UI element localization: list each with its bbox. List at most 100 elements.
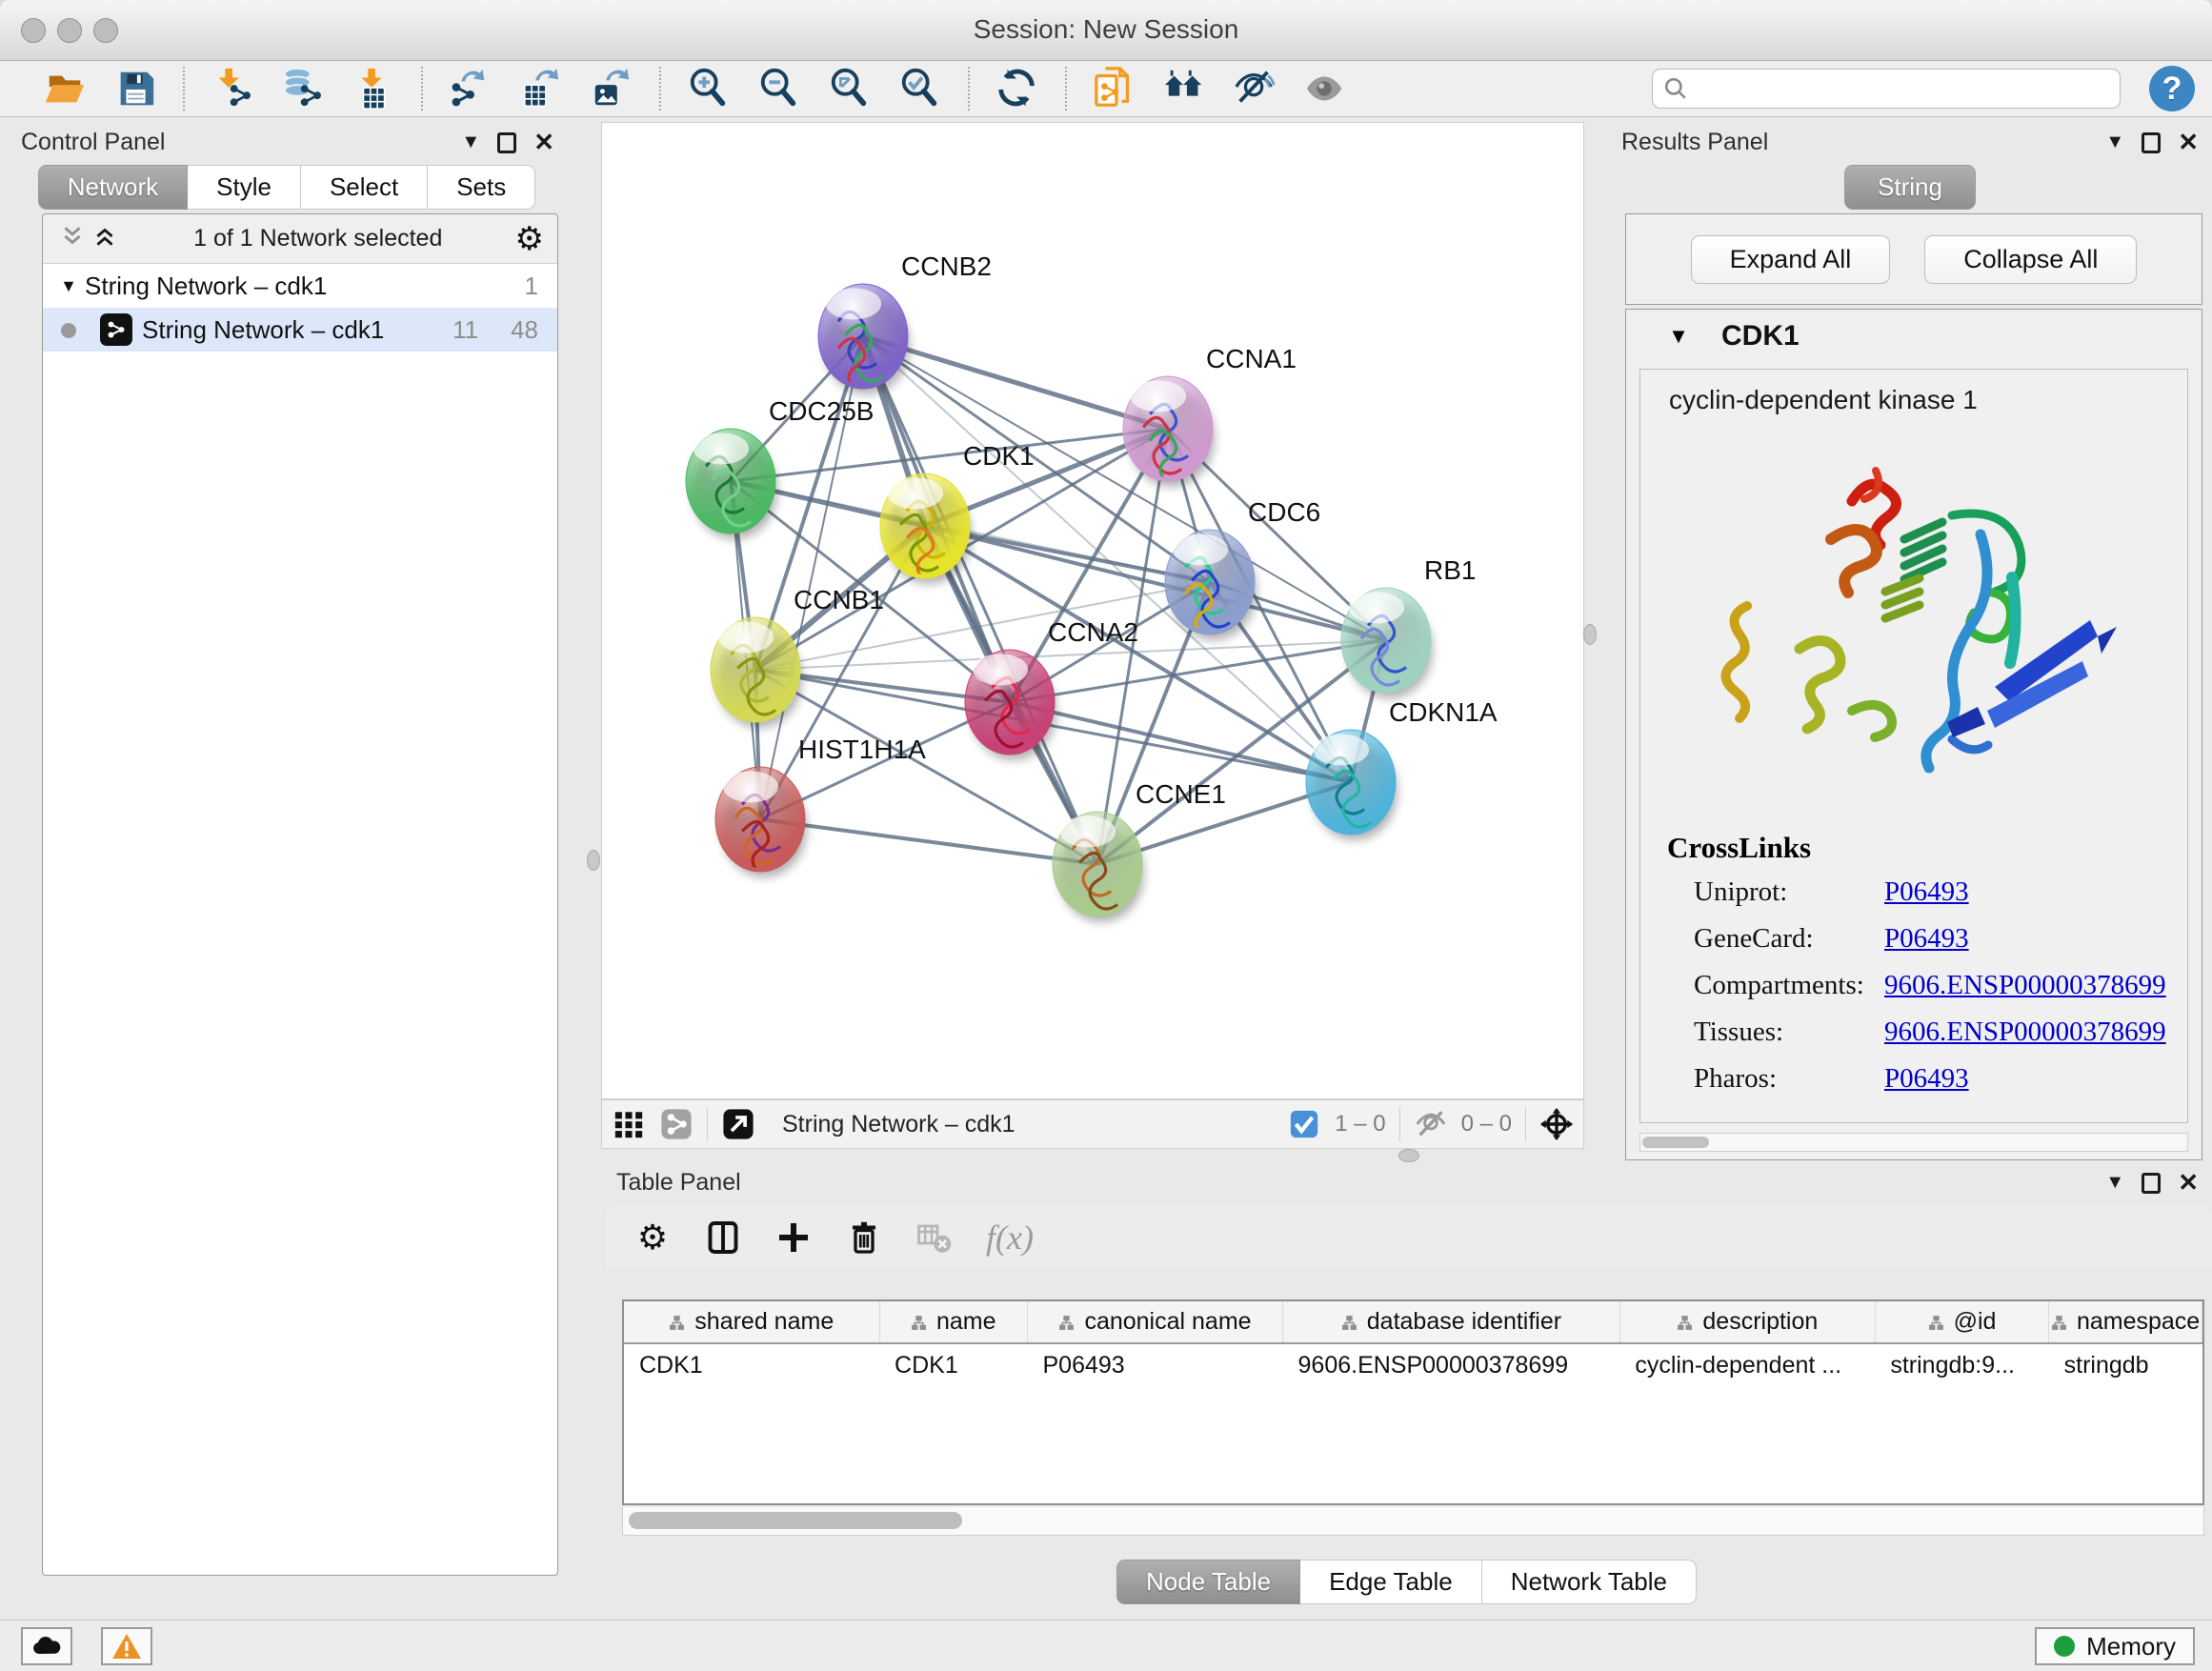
node-CCNA2[interactable]: CCNA2 xyxy=(965,617,1138,760)
network-view-icon[interactable] xyxy=(659,1107,694,1141)
table-hscrollbar[interactable] xyxy=(622,1507,2204,1536)
expand-all-tree-icon[interactable] xyxy=(56,224,89,253)
zoom-fit-icon[interactable] xyxy=(827,66,873,111)
network-canvas[interactable]: CCNB2 CCNA1 CDC25B CDK1 CDC6 RB1 CCNB1 xyxy=(601,122,1584,1099)
expand-all-button[interactable]: Expand All xyxy=(1691,235,1891,284)
bottom-splitter-handle[interactable] xyxy=(1398,1149,1419,1162)
column-header-@id[interactable]: @id xyxy=(1875,1301,2048,1343)
network-collection-row[interactable]: ▼ String Network – cdk1 1 xyxy=(43,264,557,308)
tab-node-table[interactable]: Node Table xyxy=(1116,1560,1300,1604)
node-label-CCNA1: CCNA1 xyxy=(1206,344,1297,373)
duplicate-network-icon[interactable] xyxy=(1092,66,1137,111)
show-columns-icon[interactable] xyxy=(704,1218,742,1257)
edge-HIST1H1A-CCNE1[interactable] xyxy=(760,819,1097,864)
crosslink-link[interactable]: 9606.ENSP00000378699 xyxy=(1884,1017,2166,1048)
edge-CCNB2-CCNE1[interactable] xyxy=(863,336,1097,864)
collapse-all-tree-icon[interactable] xyxy=(89,224,121,253)
tab-string[interactable]: String xyxy=(1844,165,1976,210)
table-row[interactable]: CDK1CDK1P064939606.ENSP00000378699cyclin… xyxy=(624,1343,2202,1387)
hidden-eye-icon[interactable] xyxy=(1414,1107,1448,1141)
tab-sets[interactable]: Sets xyxy=(428,165,535,210)
first-neighbors-icon[interactable] xyxy=(1162,66,1208,111)
node-CCNE1[interactable]: CCNE1 xyxy=(1053,779,1226,922)
import-table-file-icon[interactable] xyxy=(351,66,396,111)
crosslink-link[interactable]: P06493 xyxy=(1884,876,1969,908)
node-label-CDK1: CDK1 xyxy=(963,441,1035,471)
node-CCNB2[interactable]: CCNB2 xyxy=(818,252,992,394)
close-panel-icon[interactable]: ✕ xyxy=(533,128,554,157)
node-CCNA1[interactable]: CCNA1 xyxy=(1123,344,1297,487)
node-HIST1H1A[interactable]: HIST1H1A xyxy=(715,735,926,877)
node-label-RB1: RB1 xyxy=(1424,555,1476,585)
maximize-table-icon[interactable] xyxy=(2142,1173,2161,1194)
table-options-gear-icon[interactable]: ⚙ xyxy=(633,1218,672,1257)
import-network-database-icon[interactable] xyxy=(280,66,326,111)
collapse-all-button[interactable]: Collapse All xyxy=(1924,235,2137,284)
left-splitter-handle[interactable] xyxy=(587,850,600,871)
edge-CCNA2-CDKN1A[interactable] xyxy=(1010,702,1351,782)
export-table-icon[interactable] xyxy=(518,66,564,111)
results-hscroll-thumb[interactable] xyxy=(1642,1137,1709,1148)
column-header-description[interactable]: description xyxy=(1619,1301,1875,1343)
hide-selected-icon[interactable] xyxy=(1233,66,1278,111)
collection-expander-icon[interactable]: ▼ xyxy=(52,276,85,296)
tab-network-table[interactable]: Network Table xyxy=(1482,1560,1697,1604)
save-session-icon[interactable] xyxy=(112,66,158,111)
create-column-icon[interactable] xyxy=(774,1218,813,1257)
node-label-CCNE1: CCNE1 xyxy=(1136,779,1226,809)
crosslink-link[interactable]: 9606.ENSP00000378699 xyxy=(1884,970,2166,1001)
float-table-icon[interactable]: ▼ xyxy=(2105,1172,2124,1194)
tab-network[interactable]: Network xyxy=(38,165,188,210)
warning-status-button[interactable] xyxy=(101,1627,152,1665)
column-header-database-identifier[interactable]: database identifier xyxy=(1283,1301,1620,1343)
float-results-icon[interactable]: ▼ xyxy=(2105,131,2124,153)
open-session-icon[interactable] xyxy=(42,66,88,111)
zoom-in-icon[interactable] xyxy=(686,66,732,111)
export-network-icon[interactable] xyxy=(448,66,493,111)
column-header-name[interactable]: name xyxy=(879,1301,1027,1343)
node-RB1[interactable]: RB1 xyxy=(1341,555,1476,698)
selected-checkbox-icon[interactable] xyxy=(1287,1107,1321,1141)
table-hscroll-thumb[interactable] xyxy=(629,1512,962,1529)
tab-edge-table[interactable]: Edge Table xyxy=(1300,1560,1482,1604)
node-label-CDC25B: CDC25B xyxy=(769,396,874,426)
birds-eye-view-icon[interactable] xyxy=(1539,1107,1574,1141)
node-CCNB1[interactable]: CCNB1 xyxy=(711,585,884,728)
memory-button[interactable]: Memory xyxy=(2035,1627,2195,1665)
node-CDKN1A[interactable]: CDKN1A xyxy=(1306,697,1498,840)
gene-expander-icon[interactable]: ▼ xyxy=(1636,324,1721,349)
maximize-results-icon[interactable] xyxy=(2142,132,2161,153)
maximize-panel-icon[interactable] xyxy=(497,132,516,153)
cloud-status-button[interactable] xyxy=(21,1627,72,1665)
gene-description: cyclin-dependent kinase 1 xyxy=(1640,370,2187,415)
float-panel-icon[interactable]: ▼ xyxy=(461,131,480,153)
zoom-out-icon[interactable] xyxy=(756,66,802,111)
tab-select[interactable]: Select xyxy=(301,165,428,210)
column-header-shared-name[interactable]: shared name xyxy=(624,1301,879,1343)
search-input[interactable] xyxy=(1652,69,2121,109)
right-splitter-handle[interactable] xyxy=(1583,624,1597,645)
detach-view-icon[interactable] xyxy=(721,1107,755,1141)
delete-column-icon[interactable] xyxy=(845,1218,883,1257)
export-image-icon[interactable] xyxy=(589,66,634,111)
tab-style[interactable]: Style xyxy=(188,165,301,210)
help-button[interactable]: ? xyxy=(2149,66,2195,111)
column-header-canonical-name[interactable]: canonical name xyxy=(1027,1301,1282,1343)
column-header-namespace[interactable]: namespace xyxy=(2049,1301,2202,1343)
close-table-icon[interactable]: ✕ xyxy=(2178,1168,2199,1198)
network-row[interactable]: String Network – cdk1 11 48 xyxy=(43,308,557,352)
close-results-icon[interactable]: ✕ xyxy=(2178,128,2199,157)
zoom-selected-icon[interactable] xyxy=(897,66,943,111)
crosslink-link[interactable]: P06493 xyxy=(1884,1063,1969,1095)
tree-options-gear-icon[interactable]: ⚙ xyxy=(515,223,544,255)
network-graph[interactable]: CCNB2 CCNA1 CDC25B CDK1 CDC6 RB1 CCNB1 xyxy=(602,123,1583,1098)
import-network-file-icon[interactable] xyxy=(210,66,255,111)
protein-structure-image xyxy=(1709,425,2119,806)
show-all-icon[interactable] xyxy=(1303,66,1349,111)
refresh-icon[interactable] xyxy=(995,66,1040,111)
results-hscrollbar[interactable] xyxy=(1639,1133,2188,1152)
node-label-CCNA2: CCNA2 xyxy=(1048,617,1138,647)
function-builder-icon: f(x) xyxy=(986,1218,1034,1258)
grid-view-icon[interactable] xyxy=(612,1107,646,1141)
crosslink-link[interactable]: P06493 xyxy=(1884,923,1969,955)
